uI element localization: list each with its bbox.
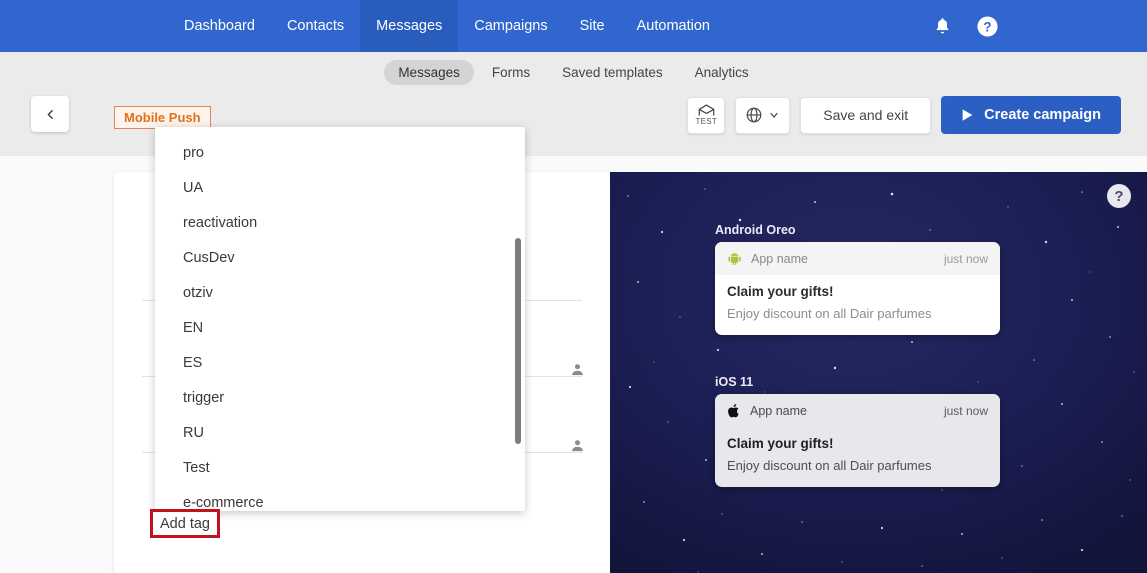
tag-option-es[interactable]: ES — [155, 345, 525, 380]
bell-icon[interactable] — [933, 16, 952, 36]
ios-notification-title: Claim your gifts! — [727, 436, 834, 451]
language-selector-button[interactable] — [735, 96, 791, 134]
nav-item-contacts[interactable]: Contacts — [271, 0, 360, 52]
tag-option-otziv[interactable]: otziv — [155, 275, 525, 310]
tab-forms[interactable]: Forms — [478, 60, 544, 85]
android-notification-title: Claim your gifts! — [727, 284, 834, 299]
nav-item-dashboard[interactable]: Dashboard — [168, 0, 271, 52]
nav-item-messages[interactable]: Messages — [360, 0, 459, 52]
toolbar-actions: TEST Save and exit Create campaign — [687, 96, 1121, 134]
tag-option-e-commerce[interactable]: e-commerce — [155, 485, 525, 511]
ios-notification-time: just now — [943, 403, 988, 418]
top-nav-actions: ? — [933, 0, 1147, 52]
add-tag-label: Add tag — [160, 515, 210, 532]
tag-option-trigger[interactable]: trigger — [155, 380, 525, 415]
tag-dropdown-scrollbar[interactable] — [515, 238, 521, 444]
ios-os-label: iOS 11 — [715, 375, 754, 389]
tab-messages[interactable]: Messages — [384, 59, 474, 85]
android-notification-text: Enjoy discount on all Dair parfumes — [727, 306, 932, 321]
chevron-down-icon — [770, 112, 778, 118]
android-notification-header: App name just now — [715, 242, 1000, 275]
ios-notification-preview: App name just now Claim your gifts! Enjo… — [715, 394, 1000, 487]
tag-option-ru[interactable]: RU — [155, 415, 525, 450]
app-root: Dashboard Contacts Messages Campaigns Si… — [0, 0, 1147, 573]
android-icon — [728, 253, 741, 266]
back-button[interactable] — [31, 96, 69, 132]
top-nav-items: Dashboard Contacts Messages Campaigns Si… — [168, 0, 726, 52]
sub-navigation-bar: Messages Forms Saved templates Analytics — [0, 52, 1147, 92]
tab-analytics[interactable]: Analytics — [681, 60, 763, 85]
play-triangle-icon — [962, 109, 973, 121]
top-navigation-bar: Dashboard Contacts Messages Campaigns Si… — [0, 0, 1147, 52]
help-circle-icon[interactable]: ? — [976, 15, 999, 38]
tag-option-en[interactable]: EN — [155, 310, 525, 345]
chevron-left-icon — [47, 109, 53, 119]
tab-saved-templates[interactable]: Saved templates — [548, 60, 677, 85]
tag-option-pro[interactable]: pro — [155, 135, 525, 170]
tag-option-cusdev[interactable]: CusDev — [155, 240, 525, 275]
android-notification-time: just now — [943, 251, 988, 266]
android-app-name: App name — [751, 251, 808, 266]
nav-item-campaigns[interactable]: Campaigns — [458, 0, 563, 52]
ios-notification-header: App name just now — [715, 394, 1000, 427]
person-icon[interactable] — [570, 438, 585, 453]
tag-list: pro UA reactivation CusDev otziv EN ES t… — [155, 127, 525, 511]
svg-text:?: ? — [983, 19, 991, 34]
tag-option-reactivation[interactable]: reactivation — [155, 205, 525, 240]
send-test-button[interactable]: TEST — [687, 96, 726, 134]
tag-dropdown-menu: pro UA reactivation CusDev otziv EN ES t… — [155, 127, 525, 511]
message-preview-panel: ? Android Oreo App name just now Claim y… — [610, 172, 1147, 573]
ios-app-name: App name — [750, 403, 807, 418]
create-campaign-button[interactable]: Create campaign — [941, 96, 1121, 134]
tag-option-ua[interactable]: UA — [155, 170, 525, 205]
apple-icon — [728, 403, 739, 417]
tag-option-test[interactable]: Test — [155, 450, 525, 485]
android-notification-body: Claim your gifts! Enjoy discount on all … — [715, 275, 1000, 335]
preview-help-icon[interactable]: ? — [1107, 184, 1131, 208]
android-os-label: Android Oreo — [715, 223, 796, 237]
channel-tag-badge[interactable]: Mobile Push — [114, 106, 211, 129]
add-tag-button[interactable]: Add tag — [150, 509, 220, 538]
nav-item-automation[interactable]: Automation — [621, 0, 726, 52]
android-notification-preview: App name just now Claim your gifts! Enjo… — [715, 242, 1000, 335]
person-icon[interactable] — [570, 362, 585, 377]
globe-icon — [746, 107, 762, 123]
ios-notification-body: Claim your gifts! Enjoy discount on all … — [715, 427, 1000, 487]
ios-notification-text: Enjoy discount on all Dair parfumes — [727, 458, 932, 473]
nav-item-site[interactable]: Site — [564, 0, 621, 52]
save-and-exit-button[interactable]: Save and exit — [800, 96, 932, 134]
send-test-label: TEST — [695, 117, 718, 126]
starfield-background — [610, 172, 1147, 573]
envelope-open-icon — [698, 104, 715, 116]
create-campaign-label: Create campaign — [984, 107, 1101, 123]
